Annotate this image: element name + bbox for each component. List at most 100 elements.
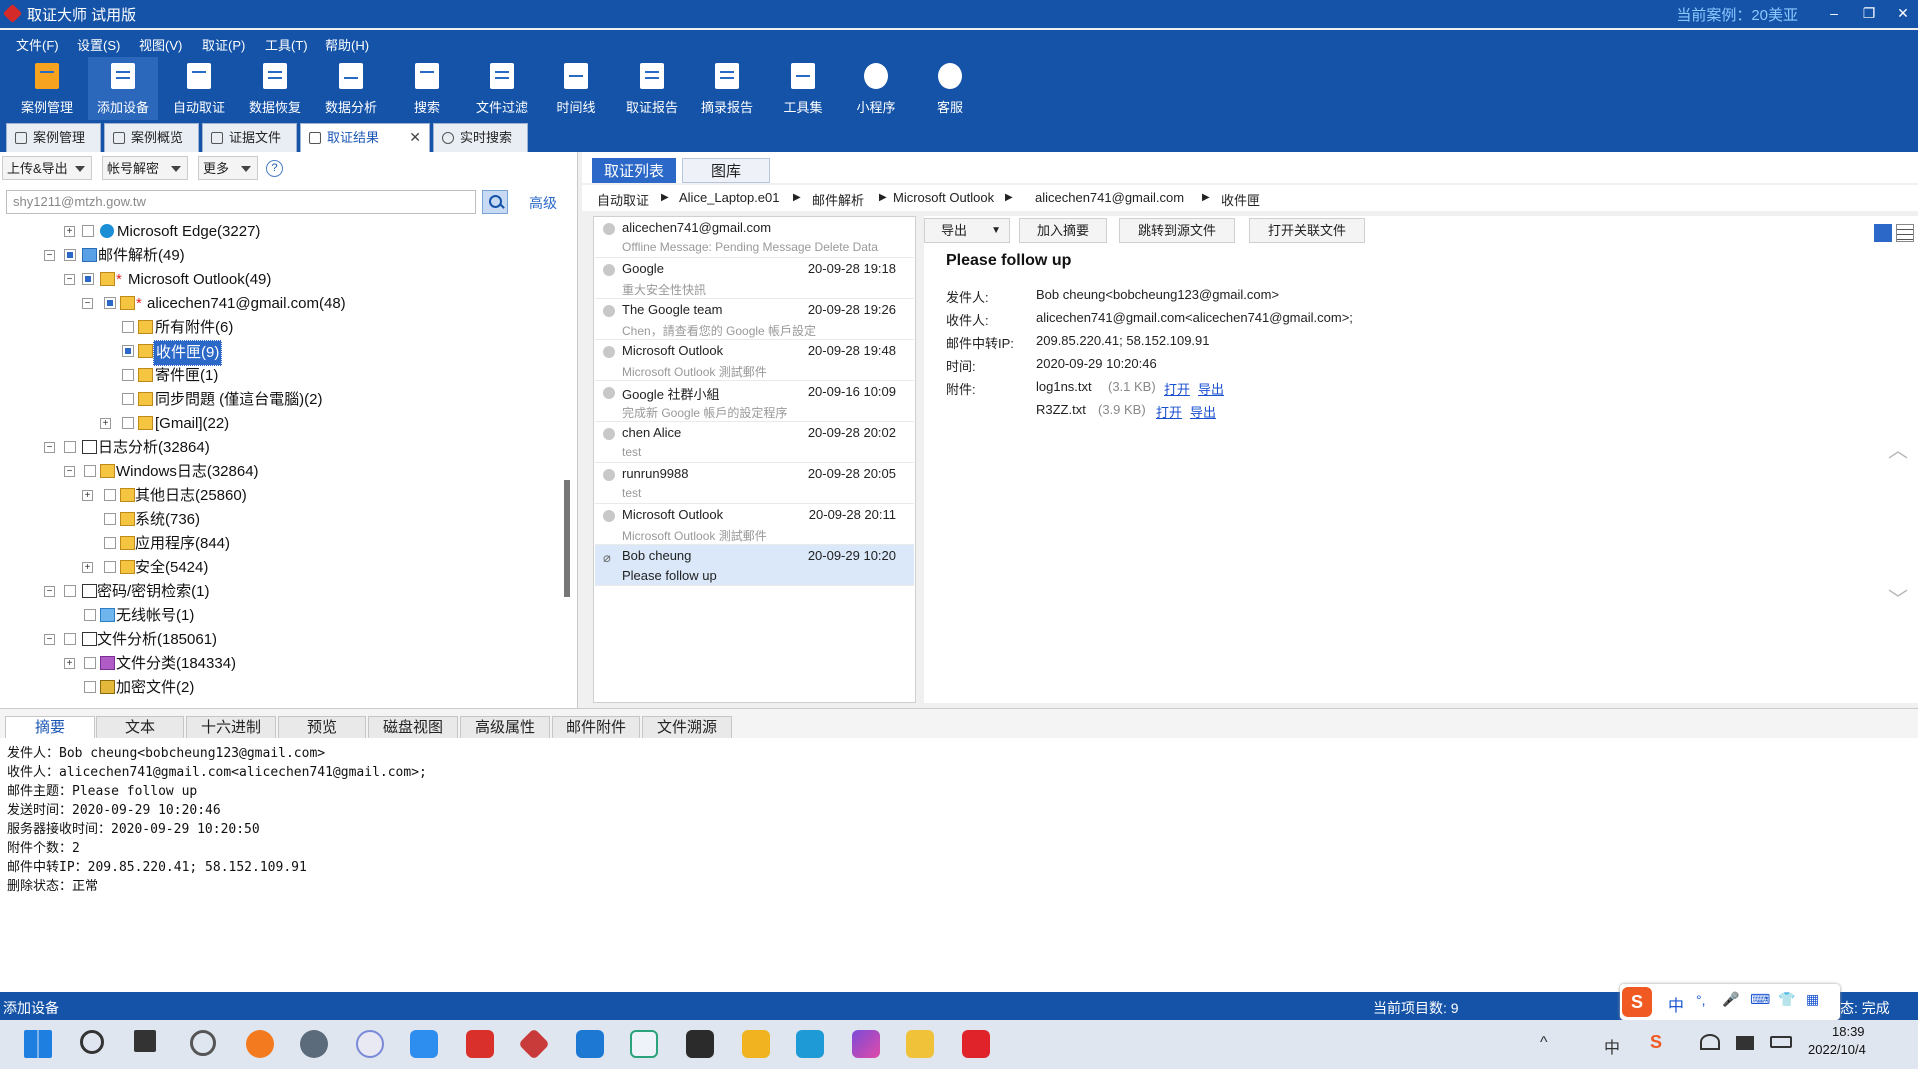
- forensics-app-icon[interactable]: [518, 1028, 550, 1060]
- toolset-button[interactable]: 工具集: [768, 57, 838, 120]
- open-related-file-button[interactable]: 打开关联文件: [1249, 218, 1365, 243]
- tree-search-input[interactable]: shy1211@mtzh.gow.tw: [6, 190, 476, 214]
- tab-advanced-properties[interactable]: 高级属性: [460, 716, 550, 739]
- data-recovery-button[interactable]: 数据恢复: [240, 57, 310, 120]
- tab-mail-attachments[interactable]: 邮件附件: [552, 716, 640, 739]
- tab-text[interactable]: 文本: [96, 716, 184, 739]
- mail-row[interactable]: Google 20-09-28 19:18 重大安全性快訊: [595, 258, 914, 299]
- app-icon[interactable]: [356, 1030, 384, 1058]
- upload-export-dropdown[interactable]: 上传&导出: [2, 156, 92, 180]
- tree-item-sent[interactable]: 寄件匣(1): [0, 364, 560, 388]
- menu-forensics[interactable]: 取证(P): [202, 35, 245, 54]
- battery-icon[interactable]: [1770, 1036, 1792, 1048]
- mail-row[interactable]: Google 社群小組 20-09-16 10:09 完成新 Google 帳戶的設…: [595, 381, 914, 422]
- clock-time[interactable]: 18:39: [1832, 1024, 1865, 1039]
- menu-view[interactable]: 视图(V): [139, 35, 182, 54]
- tree-item-wifi-accounts[interactable]: 无线帐号(1): [0, 604, 560, 628]
- tab-evidence-list[interactable]: 取证列表: [592, 158, 676, 183]
- start-icon[interactable]: [24, 1030, 52, 1058]
- preview-scrollbar[interactable]: ︿ ﹀: [1888, 434, 1908, 612]
- add-device-button[interactable]: 添加设备: [88, 57, 158, 120]
- tray-sogou-icon[interactable]: S: [1650, 1032, 1662, 1053]
- open-attachment-link[interactable]: 打开: [1164, 379, 1190, 398]
- tab-hex[interactable]: 十六进制: [186, 716, 276, 739]
- add-to-summary-button[interactable]: 加入摘要: [1019, 218, 1107, 243]
- skin-icon[interactable]: 👕: [1778, 991, 1795, 1008]
- settings-icon[interactable]: [300, 1030, 328, 1058]
- more-dropdown[interactable]: 更多: [198, 156, 258, 180]
- tab-preview[interactable]: 预览: [278, 716, 366, 739]
- tree-item-gmail[interactable]: + [Gmail](22): [0, 412, 560, 436]
- keyboard-icon[interactable]: ⌨: [1750, 991, 1770, 1008]
- task-view-icon[interactable]: [134, 1030, 156, 1052]
- tree-item-password-search[interactable]: − 密码/密钥检索(1): [0, 580, 560, 604]
- mail-row[interactable]: chen Alice 20-09-28 20:02 test: [595, 422, 914, 463]
- file-explorer-icon[interactable]: [906, 1030, 934, 1058]
- tree-item-sync-issues[interactable]: 同步問題 (僅這台電腦)(2): [0, 388, 560, 412]
- tab-summary[interactable]: 摘要: [5, 716, 95, 739]
- breadcrumb-item[interactable]: 邮件解析: [812, 190, 864, 209]
- menu-help[interactable]: 帮助(H): [325, 35, 369, 54]
- tab-realtime-search[interactable]: 实时搜索: [433, 123, 528, 152]
- firefox-icon[interactable]: [246, 1030, 274, 1058]
- tree-item-log-analysis[interactable]: − 日志分析(32864): [0, 436, 560, 460]
- app-icon[interactable]: [742, 1030, 770, 1058]
- data-analysis-button[interactable]: 数据分析: [316, 57, 386, 120]
- microphone-icon[interactable]: 🎤: [1722, 991, 1739, 1008]
- tree-item-windows-log[interactable]: − Windows日志(32864): [0, 460, 560, 484]
- volume-icon[interactable]: [1736, 1036, 1754, 1050]
- tree-item-other-logs[interactable]: + 其他日志(25860): [0, 484, 560, 508]
- minimize-button[interactable]: –: [1819, 2, 1849, 24]
- tab-file-traceability[interactable]: 文件溯源: [642, 716, 732, 739]
- breadcrumb-item[interactable]: 收件匣: [1221, 190, 1260, 209]
- breadcrumb-item[interactable]: alicechen741@gmail.com: [1035, 190, 1184, 205]
- auto-forensics-button[interactable]: 自动取证: [164, 57, 234, 120]
- search-icon[interactable]: [482, 190, 508, 214]
- cortana-icon[interactable]: [190, 1030, 216, 1056]
- tree-scrollbar[interactable]: [564, 480, 570, 597]
- mail-row[interactable]: Microsoft Outlook 20-09-28 19:48 Microsoft…: [595, 340, 914, 381]
- tab-evidence-files[interactable]: 证据文件: [202, 123, 297, 152]
- tree-item-system[interactable]: 系统(736): [0, 508, 560, 532]
- tree-item-account[interactable]: − * alicechen741@gmail.com(48): [0, 292, 560, 316]
- breadcrumb-item[interactable]: 自动取证: [597, 190, 649, 209]
- mail-row-selected[interactable]: ⌀ Bob cheung 20-09-29 10:20 Please follow u…: [595, 545, 914, 586]
- tree-item-inbox[interactable]: 收件匣(9): [0, 340, 560, 366]
- jump-to-source-button[interactable]: 跳转到源文件: [1119, 218, 1235, 243]
- tree-item-file-classification[interactable]: + 文件分类(184334): [0, 652, 560, 676]
- tree-item-application[interactable]: 应用程序(844): [0, 532, 560, 556]
- app-icon[interactable]: [796, 1030, 824, 1058]
- tab-forensic-results[interactable]: 取证结果 ✕: [300, 123, 430, 152]
- wps-icon[interactable]: [466, 1030, 494, 1058]
- tree-item-outlook[interactable]: − * Microsoft Outlook(49): [0, 268, 560, 292]
- app-icon[interactable]: [410, 1030, 438, 1058]
- app-icon[interactable]: [686, 1030, 714, 1058]
- export-attachment-link[interactable]: 导出: [1198, 379, 1224, 398]
- wifi-icon[interactable]: [1700, 1034, 1720, 1050]
- tab-case-overview[interactable]: 案例概览: [104, 123, 199, 152]
- tree-item-file-analysis[interactable]: − 文件分析(185061): [0, 628, 560, 652]
- tab-gallery[interactable]: 图库: [682, 158, 770, 183]
- forensic-report-button[interactable]: 取证报告: [617, 57, 687, 120]
- export-attachment-link[interactable]: 导出: [1190, 402, 1216, 421]
- mini-program-button[interactable]: 小程序: [841, 57, 911, 120]
- sogou-icon[interactable]: S: [1622, 987, 1652, 1017]
- mail-row[interactable]: alicechen741@gmail.com Offline Message: P…: [595, 217, 914, 258]
- close-window-button[interactable]: ✕: [1888, 2, 1918, 24]
- tab-disk-view[interactable]: 磁盘视图: [368, 716, 458, 739]
- notepad-icon[interactable]: [576, 1030, 604, 1058]
- tray-overflow-icon[interactable]: ^: [1540, 1034, 1548, 1052]
- youdao-icon[interactable]: [962, 1030, 990, 1058]
- export-dropdown[interactable]: 导出 ▼: [924, 218, 1010, 243]
- tree-item-edge[interactable]: + Microsoft Edge(3227): [0, 220, 560, 244]
- clock-date[interactable]: 2022/10/4: [1808, 1042, 1866, 1057]
- breadcrumb-item[interactable]: Microsoft Outlook: [893, 190, 994, 205]
- mail-row[interactable]: runrun9988 20-09-28 20:05 test: [595, 463, 914, 504]
- app-icon[interactable]: [630, 1030, 658, 1058]
- tree-item-all-attachments[interactable]: 所有附件(6): [0, 316, 560, 340]
- tree-item-security[interactable]: + 安全(5424): [0, 556, 560, 580]
- mail-row[interactable]: Microsoft Outlook 20-09-28 20:11 Microsoft…: [595, 504, 914, 545]
- breadcrumb-item[interactable]: Alice_Laptop.e01: [679, 190, 779, 205]
- tab-case-management[interactable]: 案例管理: [6, 123, 101, 152]
- menu-file[interactable]: 文件(F): [16, 35, 59, 54]
